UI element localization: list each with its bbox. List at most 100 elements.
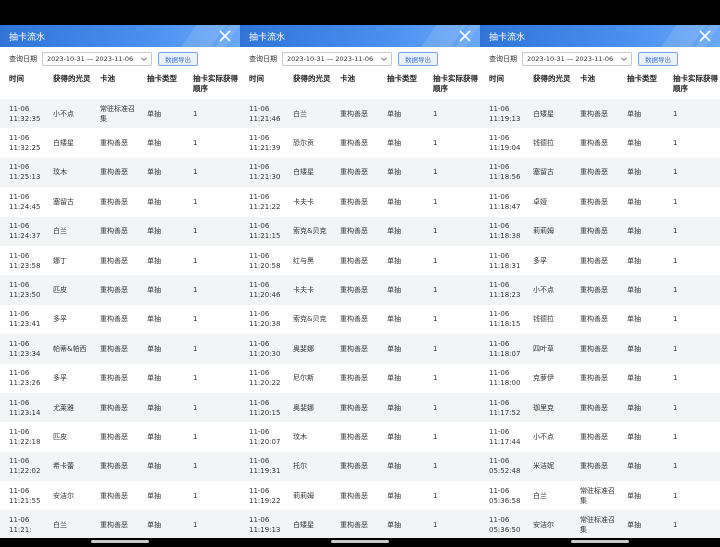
cell-order: 1 bbox=[184, 334, 240, 364]
cell-draw-type: 单抽 bbox=[618, 392, 664, 423]
table-row: 11-06 11:19:22 莉莉姆 重构善恶 单抽 1 bbox=[240, 481, 480, 511]
chevron-down-icon bbox=[141, 56, 147, 62]
panel-titlebar: 抽卡流水 bbox=[0, 25, 240, 47]
cell-time: 11-06 05:52:48 bbox=[480, 451, 524, 482]
cell-spirit: 安洁尔 bbox=[44, 481, 91, 511]
cell-order: 1 bbox=[664, 216, 720, 246]
system-nav-bar bbox=[0, 538, 720, 547]
date-range-picker[interactable]: 2023-10-31 — 2023-11-06 bbox=[42, 52, 152, 66]
cell-order: 1 bbox=[664, 275, 720, 305]
cell-spirit: 奥斐娜 bbox=[284, 392, 331, 423]
cell-order: 1 bbox=[424, 481, 480, 511]
cell-spirit: 克萝伊 bbox=[524, 363, 571, 393]
table-row: 11-06 11:17:44 小不点 重构善恶 单抽 1 bbox=[480, 422, 720, 452]
cell-draw-type: 单抽 bbox=[138, 99, 184, 129]
cell-time: 11-06 05:36:58 bbox=[480, 481, 524, 511]
cell-draw-type: 单抽 bbox=[378, 510, 424, 538]
cell-spirit: 白矮星 bbox=[44, 128, 91, 158]
export-button[interactable]: 数据导出 bbox=[158, 52, 198, 66]
table-row: 11-06 11:32:35 小不点 常驻标准召集 单抽 1 bbox=[0, 99, 240, 129]
cell-pool: 重构善恶 bbox=[331, 216, 378, 246]
cell-pool: 重构善恶 bbox=[571, 187, 618, 217]
nav-handle[interactable] bbox=[91, 540, 149, 543]
cell-draw-type: 单抽 bbox=[618, 481, 664, 511]
cell-draw-type: 单抽 bbox=[378, 422, 424, 452]
date-range-value: 2023-10-31 — 2023-11-06 bbox=[527, 55, 614, 63]
close-icon[interactable] bbox=[458, 29, 472, 43]
column-header-spirit: 获得的光灵 bbox=[284, 71, 331, 99]
cell-time: 11-06 11:20:38 bbox=[240, 304, 284, 335]
cell-order: 1 bbox=[424, 304, 480, 335]
cell-order: 1 bbox=[184, 275, 240, 305]
cell-order: 1 bbox=[184, 392, 240, 423]
table-row: 11-06 11:19:13 白矮星 重构善恶 单抽 1 bbox=[480, 99, 720, 129]
cell-order: 1 bbox=[184, 157, 240, 188]
cell-order: 1 bbox=[664, 157, 720, 188]
cell-time: 11-06 11:18:15 bbox=[480, 304, 524, 335]
cell-time: 11-06 11:21:46 bbox=[240, 99, 284, 129]
cell-draw-type: 单抽 bbox=[378, 275, 424, 305]
cell-pool: 重构善恶 bbox=[331, 245, 378, 276]
cell-pool: 重构善恶 bbox=[91, 128, 138, 158]
cell-time: 11-06 11:22:02 bbox=[0, 451, 44, 482]
column-header-spirit: 获得的光灵 bbox=[44, 71, 91, 99]
cell-spirit: 白矮星 bbox=[524, 99, 571, 129]
cell-spirit: 多孚 bbox=[44, 304, 91, 335]
cell-draw-type: 单抽 bbox=[618, 304, 664, 335]
panel-titlebar: 抽卡流水 bbox=[480, 25, 720, 47]
cell-time: 11-06 11:17:44 bbox=[480, 422, 524, 452]
cell-order: 1 bbox=[184, 99, 240, 129]
cell-spirit: 莉莉姆 bbox=[524, 216, 571, 246]
cell-time: 11-06 11:17:52 bbox=[480, 392, 524, 423]
export-button[interactable]: 数据导出 bbox=[398, 52, 438, 66]
panel-title: 抽卡流水 bbox=[489, 32, 526, 43]
cell-draw-type: 单抽 bbox=[378, 157, 424, 188]
cell-time: 11-06 11:18:23 bbox=[480, 275, 524, 305]
cell-draw-type: 单抽 bbox=[378, 481, 424, 511]
table-row: 11-06 05:36:58 白兰 常驻标准召集 单抽 1 bbox=[480, 481, 720, 511]
table-row: 11-06 11:21:30 白矮星 重构善恶 单抽 1 bbox=[240, 157, 480, 188]
cell-pool: 重构善恶 bbox=[91, 510, 138, 538]
cell-time: 11-06 11:23:58 bbox=[0, 245, 44, 276]
date-range-picker[interactable]: 2023-10-31 — 2023-11-06 bbox=[522, 52, 632, 66]
nav-handle[interactable] bbox=[571, 540, 629, 543]
table-row: 11-06 11:18:47 卓娅 重构善恶 单抽 1 bbox=[480, 187, 720, 217]
cell-pool: 重构善恶 bbox=[91, 187, 138, 217]
export-button[interactable]: 数据导出 bbox=[638, 52, 678, 66]
cell-pool: 重构善恶 bbox=[91, 392, 138, 423]
cell-time: 11-06 11:20:15 bbox=[240, 392, 284, 423]
table-row: 11-06 11:18:31 多孚 重构善恶 单抽 1 bbox=[480, 245, 720, 276]
cell-order: 1 bbox=[664, 304, 720, 335]
cell-order: 1 bbox=[184, 422, 240, 452]
cell-order: 1 bbox=[424, 392, 480, 423]
cell-pool: 常驻标准召集 bbox=[91, 99, 138, 129]
cell-pool: 重构善恶 bbox=[91, 245, 138, 276]
date-range-picker[interactable]: 2023-10-31 — 2023-11-06 bbox=[282, 52, 392, 66]
cell-draw-type: 单抽 bbox=[618, 510, 664, 538]
cell-order: 1 bbox=[664, 481, 720, 511]
cell-order: 1 bbox=[424, 422, 480, 452]
close-icon[interactable] bbox=[218, 29, 232, 43]
column-header-time: 时间 bbox=[0, 71, 44, 99]
cell-pool: 重构善恶 bbox=[331, 334, 378, 364]
cell-draw-type: 单抽 bbox=[618, 451, 664, 482]
table-header-row: 时间 获得的光灵 卡池 抽卡类型 抽卡实际获得顺序 bbox=[0, 71, 240, 99]
cell-order: 1 bbox=[184, 128, 240, 158]
cell-spirit: 米洁妮 bbox=[524, 451, 571, 482]
column-header-pool: 卡池 bbox=[571, 71, 618, 99]
cell-pool: 重构善恶 bbox=[331, 510, 378, 538]
cell-pool: 重构善恶 bbox=[571, 128, 618, 158]
cell-draw-type: 单抽 bbox=[138, 157, 184, 188]
cell-draw-type: 单抽 bbox=[138, 392, 184, 423]
cell-spirit: 玟木 bbox=[284, 422, 331, 452]
table-row: 11-06 11:20:07 玟木 重构善恶 单抽 1 bbox=[240, 422, 480, 452]
close-icon[interactable] bbox=[698, 29, 712, 43]
nav-handle[interactable] bbox=[331, 540, 389, 543]
date-range-value: 2023-10-31 — 2023-11-06 bbox=[287, 55, 374, 63]
cell-pool: 重构善恶 bbox=[331, 187, 378, 217]
cell-draw-type: 单抽 bbox=[138, 187, 184, 217]
cell-time: 11-06 11:21:30 bbox=[240, 157, 284, 188]
cell-spirit: 玟木 bbox=[44, 157, 91, 188]
cell-time: 11-06 11:21:15 bbox=[240, 216, 284, 246]
cell-draw-type: 单抽 bbox=[378, 216, 424, 246]
